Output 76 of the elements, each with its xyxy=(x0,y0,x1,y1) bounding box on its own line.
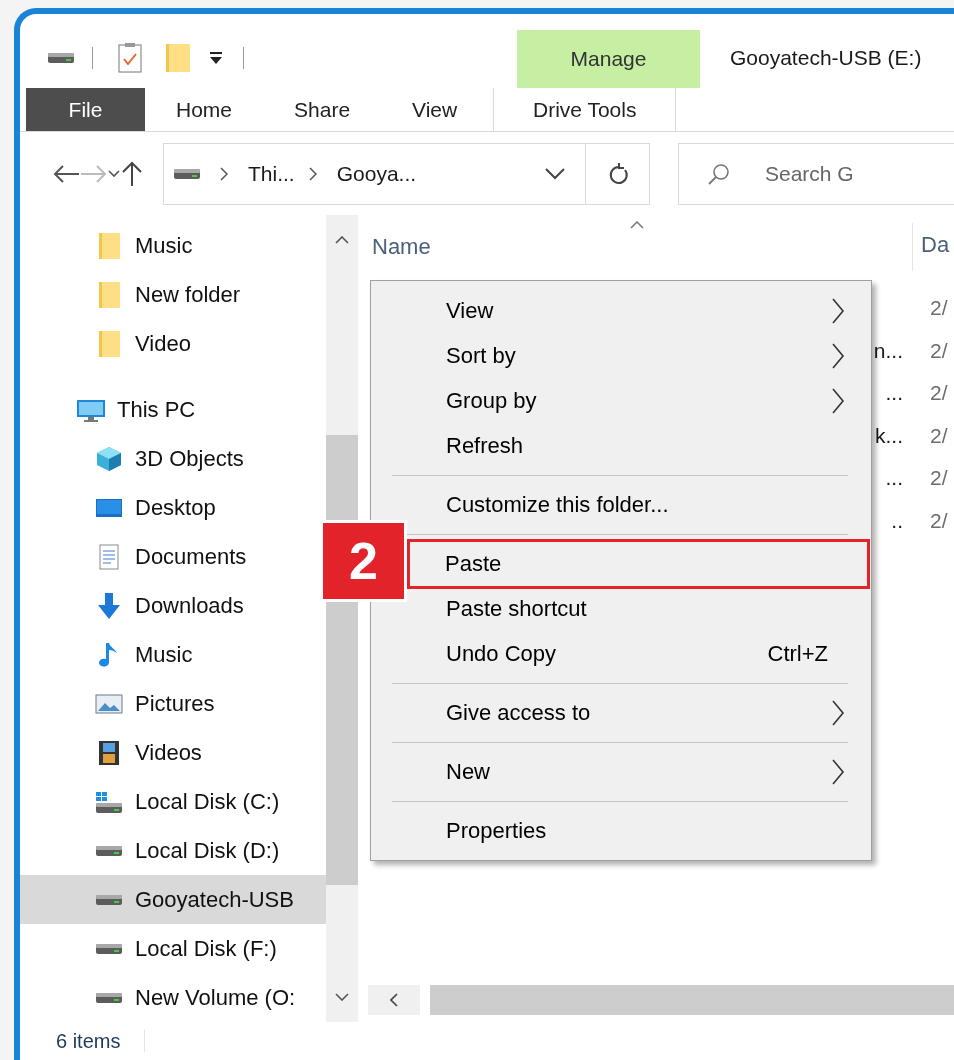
nav-item[interactable]: Video xyxy=(20,319,326,368)
menu-item[interactable]: Paste xyxy=(407,539,870,589)
address-bar[interactable]: Thi... Gooya... xyxy=(163,142,650,205)
step-callout-tooltip: 2 xyxy=(320,520,407,602)
nav-item[interactable]: Pictures xyxy=(20,679,326,728)
table-cell-text: 2/ xyxy=(929,381,948,406)
nav-item[interactable]: Local Disk (D:) xyxy=(20,826,326,875)
table-cell: n... xyxy=(873,338,903,362)
chevron-right-icon xyxy=(831,296,845,325)
table-cell: ... xyxy=(885,466,903,490)
chevron-left-icon xyxy=(390,993,398,1007)
table-cell: .. xyxy=(891,508,903,532)
nav-item[interactable]: This PC xyxy=(20,385,326,434)
dropdown-chevron-icon[interactable] xyxy=(545,167,565,180)
menu-item[interactable]: Give access to xyxy=(371,690,871,735)
chevron-down-icon[interactable] xyxy=(108,169,120,178)
dropdown-icon[interactable] xyxy=(210,51,222,65)
column-header[interactable]: Da xyxy=(921,232,950,258)
scrollbar-thumb[interactable] xyxy=(430,985,954,1015)
drive-icon xyxy=(94,990,124,1005)
search-field[interactable]: Search G xyxy=(678,142,954,205)
drive-icon xyxy=(94,941,124,956)
nav-item[interactable]: New Volume (O: xyxy=(20,973,326,1022)
ribbon-tab[interactable]: View xyxy=(381,88,494,131)
menu-item[interactable]: Undo Copy Ctrl+Z xyxy=(371,631,871,676)
table-cell-text: 2/ xyxy=(929,508,948,533)
menu-item[interactable]: Group by xyxy=(371,378,871,423)
nav-item[interactable]: Local Disk (C:) xyxy=(20,777,326,826)
ribbon-tab[interactable]: Share xyxy=(263,88,382,131)
chevron-right-icon xyxy=(831,698,845,727)
scroll-down-icon[interactable] xyxy=(335,993,349,1001)
sort-caret-icon xyxy=(630,221,644,229)
nav-item[interactable]: Music xyxy=(20,221,326,270)
menu-item[interactable]: Sort by xyxy=(371,333,871,378)
contextual-tab-label: Manage xyxy=(517,30,700,88)
nav-item[interactable]: Gooyatech-USB xyxy=(20,875,326,924)
chevron-right-icon xyxy=(831,341,845,370)
drive-icon xyxy=(94,843,124,858)
shortcut-text: Ctrl+Z xyxy=(767,640,828,667)
nav-item[interactable]: Videos xyxy=(20,728,326,777)
breadcrumb[interactable]: Thi... xyxy=(240,153,303,194)
breadcrumb[interactable]: Gooya... xyxy=(328,153,425,194)
ribbon-tab[interactable]: Drive Tools xyxy=(493,88,677,131)
menu-item[interactable]: View xyxy=(371,288,871,333)
menu-item[interactable]: New xyxy=(371,749,871,794)
chevron-right-icon xyxy=(220,166,228,181)
checklist-icon[interactable] xyxy=(118,43,142,73)
scroll-left-button[interactable] xyxy=(368,985,420,1015)
scroll-up-icon[interactable] xyxy=(335,236,349,244)
back-arrow-icon[interactable] xyxy=(52,163,80,184)
chevron-right-icon xyxy=(831,757,845,786)
column-header[interactable]: Name xyxy=(360,234,431,260)
nav-item[interactable]: 3D Objects xyxy=(20,434,326,483)
chevron-right-icon xyxy=(308,166,317,181)
drive-icon xyxy=(172,166,202,181)
search-icon xyxy=(708,162,730,185)
chevron-right-icon xyxy=(831,386,845,415)
drive-icon xyxy=(94,790,124,813)
menu-item[interactable]: Refresh xyxy=(371,423,871,468)
up-arrow-icon[interactable] xyxy=(120,160,144,187)
table-cell-text: 2/ xyxy=(929,423,948,448)
nav-item[interactable]: Music xyxy=(20,630,326,679)
drive-icon[interactable] xyxy=(46,51,76,65)
nav-item[interactable]: Local Disk (F:) xyxy=(20,924,326,973)
drive-icon xyxy=(94,892,124,907)
window-title: Gooyatech-USB (E:) xyxy=(730,45,922,70)
menu-item[interactable]: Properties xyxy=(371,808,871,853)
table-cell-text: 2/ xyxy=(929,296,948,321)
status-text: 6 items xyxy=(56,1029,121,1053)
table-cell-text: 2/ xyxy=(929,466,948,491)
table-cell-text: 2/ xyxy=(929,338,948,363)
nav-item[interactable]: New folder xyxy=(20,270,326,319)
table-cell: ... xyxy=(885,381,903,405)
ribbon-tab[interactable]: Home xyxy=(145,88,264,131)
table-cell: k... xyxy=(875,423,903,447)
ribbon-tab[interactable]: File xyxy=(26,88,145,131)
